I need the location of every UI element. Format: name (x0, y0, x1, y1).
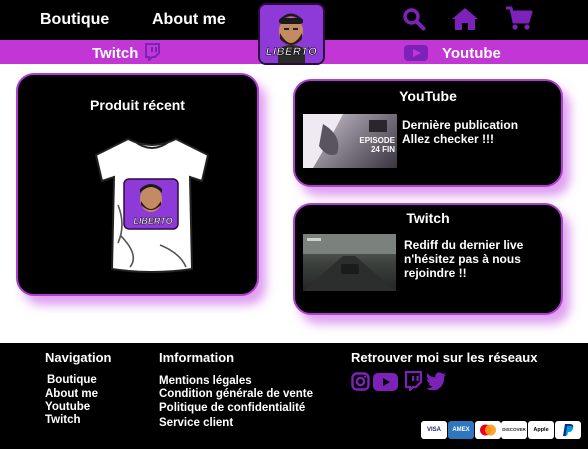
search-icon[interactable] (402, 7, 426, 31)
thumbnail-episode-text: EPISODE 24 FIN (359, 136, 395, 154)
twitch-card[interactable]: Twitch Rediff du dernier live n'hésitez … (293, 203, 563, 315)
nav-link-boutique[interactable]: Boutique (40, 11, 109, 29)
twitter-icon[interactable] (426, 372, 447, 390)
footer-link-about-me[interactable]: About me (45, 388, 98, 401)
footer-link-cgv[interactable]: Condition générale de vente (159, 388, 313, 401)
mastercard-payment-icon (475, 421, 501, 439)
instagram-icon[interactable] (351, 372, 370, 391)
twitch-icon[interactable] (404, 371, 422, 391)
footer-navigation-title: Navigation (45, 350, 112, 365)
apple-pay-payment-icon: Apple Pay (528, 421, 554, 449)
site-logo[interactable]: LIBERTO (258, 3, 325, 65)
cart-icon[interactable] (505, 6, 533, 32)
subbar-twitch-link[interactable]: Twitch (92, 45, 138, 62)
recent-product-title: Produit récent (90, 97, 185, 113)
youtube-video-thumbnail[interactable]: EPISODE 24 FIN (303, 114, 397, 168)
twitch-text-line1: Rediff du dernier live (404, 238, 524, 252)
home-icon[interactable] (451, 6, 479, 31)
youtube-icon[interactable] (373, 373, 398, 391)
footer-link-boutique[interactable]: Boutique (47, 374, 97, 387)
twitch-text-line3: rejoindre !! (404, 266, 467, 280)
footer-link-confidentialite[interactable]: Politique de confidentialité (159, 402, 305, 415)
youtube-card[interactable]: YouTube EPISODE 24 FIN Dernière publicat… (293, 79, 563, 187)
tshirt-image (94, 137, 210, 273)
footer-link-service-client[interactable]: Service client (159, 417, 233, 430)
discover-payment-icon: DISCOVER (501, 421, 527, 439)
recent-product-card[interactable]: Produit récent LIBERTO (16, 73, 259, 296)
footer-link-twitch[interactable]: Twitch (45, 414, 81, 427)
tshirt-logo-text: LIBERTO (133, 216, 173, 226)
twitch-card-title: Twitch (406, 210, 450, 226)
paypal-payment-icon (555, 421, 581, 439)
twitch-video-thumbnail[interactable] (303, 234, 396, 291)
mastercard-circles (480, 424, 496, 436)
twitch-text-line2: n'hésitez pas à nous (404, 252, 521, 266)
youtube-text-line2: Allez checker !!! (402, 132, 495, 146)
paypal-logo (563, 424, 574, 436)
visa-payment-icon: VISA (421, 421, 447, 439)
youtube-icon[interactable] (404, 45, 428, 61)
twitch-icon[interactable] (144, 43, 160, 61)
footer-social-title: Retrouver moi sur les réseaux (351, 350, 538, 365)
subbar-youtube-link[interactable]: Youtube (442, 45, 501, 62)
video-thumbnail-art (303, 234, 396, 291)
footer-information-title: Imformation (159, 350, 235, 365)
logo-text: LIBERTO (265, 46, 318, 59)
youtube-card-title: YouTube (399, 88, 457, 104)
footer-link-mentions-legales[interactable]: Mentions légales (159, 375, 252, 388)
footer-link-youtube[interactable]: Youtube (45, 401, 90, 414)
amex-payment-icon: AMEX (448, 421, 474, 439)
nav-link-about-me[interactable]: About me (152, 11, 226, 29)
youtube-text-line1: Dernière publication (402, 118, 519, 132)
